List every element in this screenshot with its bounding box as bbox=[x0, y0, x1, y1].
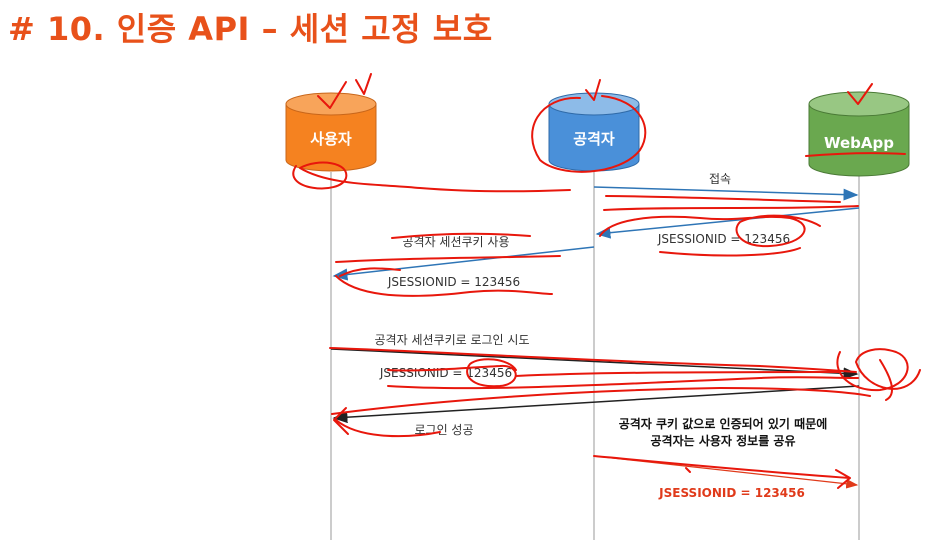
note-line-2: 공격자는 사용자 정보를 공유 bbox=[650, 433, 795, 448]
label-connect: 접속 bbox=[709, 172, 731, 186]
label-session-id-1: JSESSIONID = 123456 bbox=[657, 232, 790, 246]
arrow-session-response bbox=[595, 207, 860, 239]
label-use-cookie: 공격자 세션쿠키 사용 bbox=[403, 235, 510, 249]
label-session-id-4: JSESSIONID = 123456 bbox=[658, 486, 805, 500]
actor-webapp: WebApp bbox=[808, 91, 910, 177]
arrow-connect bbox=[593, 186, 859, 201]
arrow-use-cookie bbox=[332, 246, 595, 281]
actor-user-label: 사용자 bbox=[310, 130, 352, 148]
actor-webapp-label: WebApp bbox=[824, 134, 894, 152]
label-login-attempt: 공격자 세션쿠키로 로그인 시도 bbox=[375, 333, 530, 347]
note-line-1: 공격자 쿠키 값으로 인증되어 있기 때문에 bbox=[619, 416, 828, 431]
actor-attacker-label: 공격자 bbox=[573, 130, 615, 148]
sequence-diagram: 사용자 공격자 WebApp 접속 JSESSIONID = 123456 공격… bbox=[285, 73, 921, 540]
label-session-id-3: JSESSIONID = 123456 bbox=[379, 366, 512, 380]
label-session-id-2: JSESSIONID = 123456 bbox=[387, 275, 520, 289]
actor-attacker: 공격자 bbox=[548, 92, 640, 172]
